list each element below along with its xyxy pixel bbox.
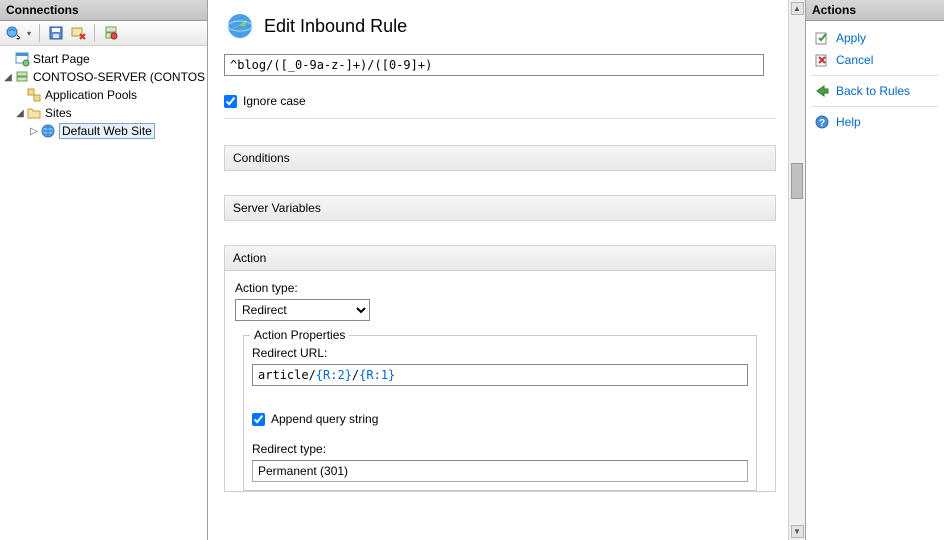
scroll-thumb[interactable] [791,163,803,199]
tree-app-pools[interactable]: Application Pools [0,86,207,104]
action-label: Cancel [836,53,873,67]
actions-panel: Actions Apply Cancel Back to Rules ? Hel… [806,0,944,540]
remove-connection-icon[interactable] [70,25,86,41]
back-arrow-icon [814,83,830,99]
center-panel: Edit Inbound Rule Ignore case Conditions… [208,0,806,540]
action-properties-legend: Action Properties [250,328,349,342]
action-group: Action type: Redirect Action Properties … [224,271,776,492]
tree-label: Default Web Site [59,123,155,139]
app-pools-icon [26,87,42,103]
action-type-select[interactable]: Redirect [235,299,370,321]
connections-tree: Start Page ◢ CONTOSO-SERVER (CONTOS Appl… [0,46,207,144]
start-page-icon [14,51,30,67]
cancel-action[interactable]: Cancel [810,49,940,71]
server-vars-section[interactable]: Server Variables [224,195,776,221]
action-label: Apply [836,31,866,45]
actions-header: Actions [806,0,944,21]
globe-nav-icon[interactable] [5,25,21,41]
redirect-type-label: Redirect type: [252,442,748,456]
tree-start-page[interactable]: Start Page [0,50,207,68]
scroll-up-icon[interactable]: ▲ [791,2,804,15]
redirect-url-input[interactable]: article/{R:2}/{R:1} [252,364,748,386]
tree-default-site[interactable]: ▷ Default Web Site [0,122,207,140]
action-section[interactable]: Action [224,245,776,271]
tree-server[interactable]: ◢ CONTOSO-SERVER (CONTOS [0,68,207,86]
connections-header: Connections [0,0,207,21]
connections-panel: Connections ▾ Start Page ◢ CONTOSO-SERVE… [0,0,208,540]
server-node-icon [14,69,30,85]
action-label: Back to Rules [836,84,910,98]
server-icon[interactable] [103,25,119,41]
page-title-row: Edit Inbound Rule [226,12,776,40]
vertical-scrollbar[interactable]: ▲ ▼ [788,0,805,540]
append-qs-label: Append query string [271,412,378,426]
tree-label: Start Page [33,52,90,66]
page-title: Edit Inbound Rule [264,16,407,37]
ignore-case-checkbox[interactable] [224,95,237,108]
collapse-icon[interactable]: ◢ [14,108,26,119]
tree-label: Sites [45,106,72,120]
action-type-label: Action type: [235,281,765,295]
collapse-icon[interactable]: ◢ [2,72,14,83]
save-icon[interactable] [48,25,64,41]
ignore-case-label: Ignore case [243,94,306,108]
tree-label: Application Pools [45,88,137,102]
pattern-input[interactable] [224,54,764,76]
redirect-type-select[interactable]: Permanent (301) [252,460,748,482]
sites-folder-icon [26,105,42,121]
globe-icon [40,123,56,139]
apply-icon [814,30,830,46]
svg-text:?: ? [819,118,825,129]
expand-icon[interactable]: ▷ [28,126,40,137]
help-action[interactable]: ? Help [810,111,940,133]
cancel-icon [814,52,830,68]
conditions-section[interactable]: Conditions [224,145,776,171]
scroll-down-icon[interactable]: ▼ [791,525,804,538]
redirect-url-label: Redirect URL: [252,346,748,360]
append-qs-checkbox[interactable] [252,413,265,426]
rule-globe-icon [226,12,254,40]
tree-sites[interactable]: ◢ Sites [0,104,207,122]
tree-label: CONTOSO-SERVER (CONTOS [33,70,205,84]
action-properties-fieldset: Action Properties Redirect URL: article/… [243,335,757,491]
connections-toolbar: ▾ [0,21,207,46]
back-to-rules-action[interactable]: Back to Rules [810,80,940,102]
action-label: Help [836,115,861,129]
help-icon: ? [814,114,830,130]
apply-action[interactable]: Apply [810,27,940,49]
